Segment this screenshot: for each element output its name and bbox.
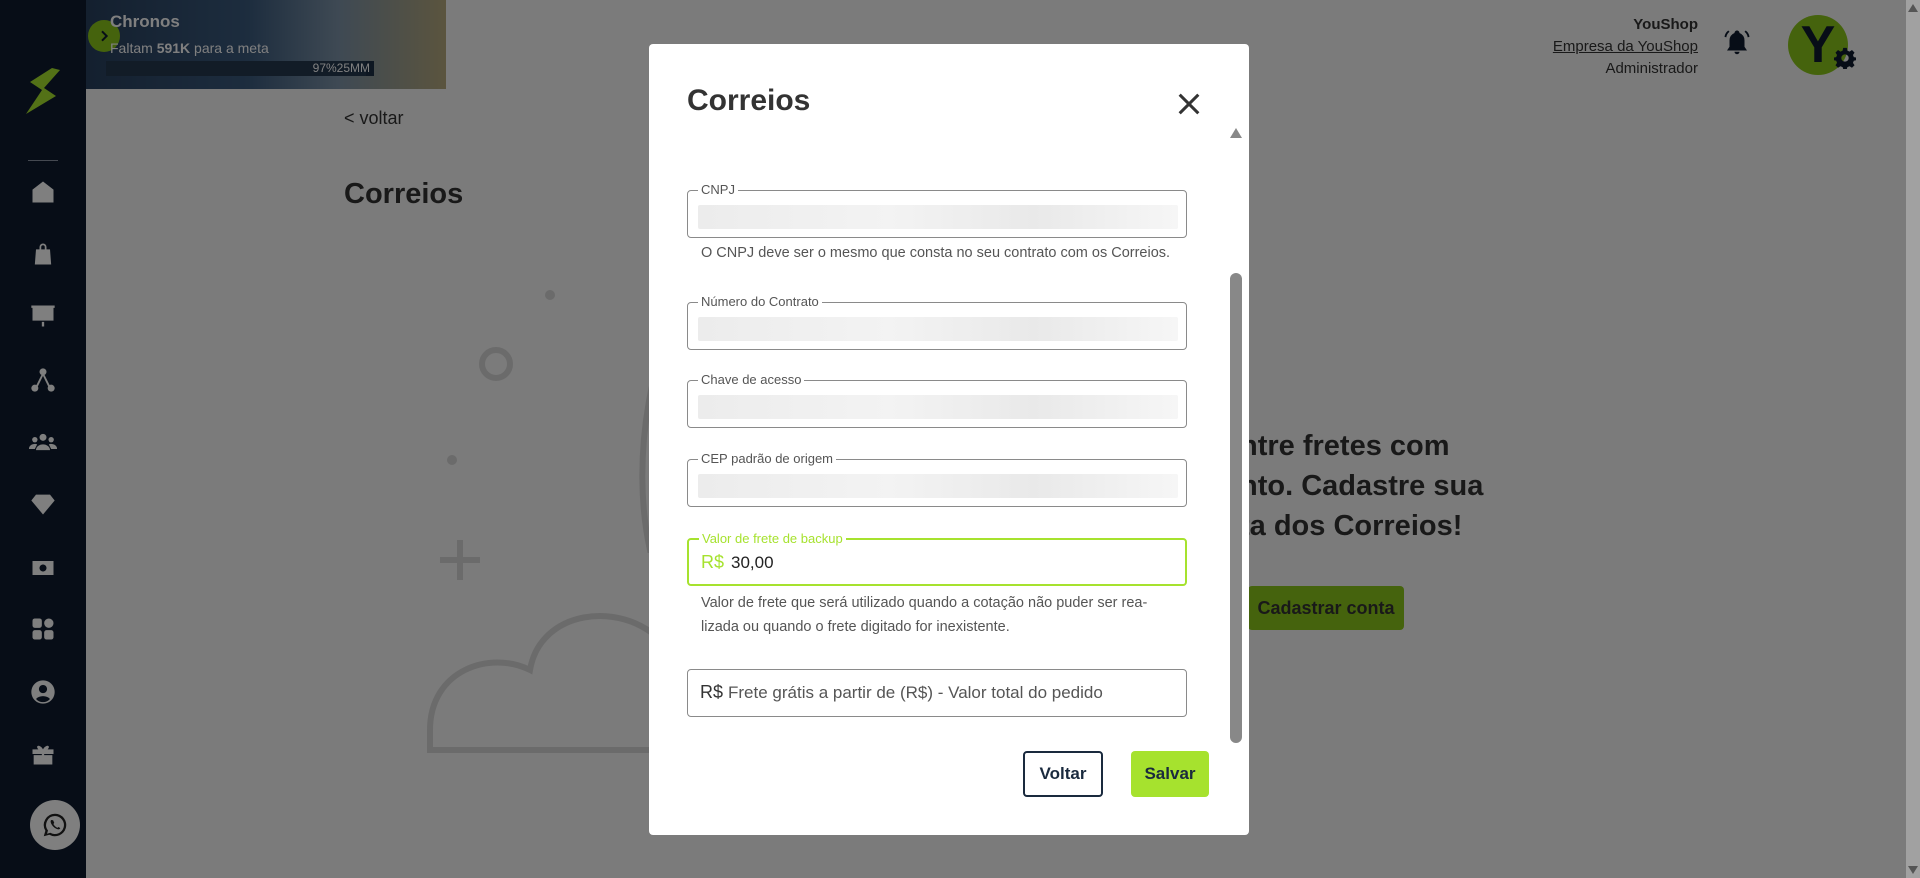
frete-gratis-input[interactable] — [728, 680, 1168, 706]
chave-acesso-label: Chave de acesso — [698, 372, 805, 388]
cnpj-label: CNPJ — [698, 182, 738, 198]
contrato-label: Número do Contrato — [698, 294, 822, 310]
cep-origem-label: CEP padrão de origem — [698, 451, 837, 467]
cep-origem-value-redacted — [698, 474, 1178, 498]
cnpj-field[interactable]: CNPJ — [687, 182, 1187, 238]
cnpj-value-redacted — [698, 205, 1178, 229]
chave-acesso-field[interactable]: Chave de acesso — [687, 372, 1187, 428]
cep-origem-field[interactable]: CEP padrão de origem — [687, 451, 1187, 507]
chave-acesso-value-redacted — [698, 395, 1178, 419]
modal-scrollbar[interactable] — [1230, 128, 1242, 743]
frete-backup-value[interactable]: 30,00 — [731, 553, 774, 573]
currency-prefix: R$ — [700, 682, 724, 702]
cnpj-help-text: O CNPJ deve ser o mesmo que consta no se… — [701, 245, 1171, 261]
currency-prefix: R$ — [701, 552, 725, 572]
contrato-value-redacted — [698, 317, 1178, 341]
scroll-down-icon[interactable] — [1908, 866, 1918, 874]
scroll-thumb[interactable] — [1230, 273, 1242, 743]
modal-title: Correios — [687, 84, 811, 117]
scroll-up-icon[interactable] — [1230, 128, 1242, 138]
close-icon[interactable] — [1175, 90, 1203, 118]
frete-gratis-field[interactable]: R$ — [687, 669, 1187, 717]
frete-backup-field[interactable]: Valor de frete de backup R$ 30,00 — [687, 531, 1187, 586]
page-scrollbar[interactable] — [1906, 0, 1920, 878]
correios-modal: Correios CNPJ O CNPJ deve ser o mesmo qu… — [649, 44, 1249, 835]
voltar-button[interactable]: Voltar — [1023, 751, 1103, 797]
modal-form: CNPJ O CNPJ deve ser o mesmo que consta … — [687, 139, 1187, 729]
salvar-button[interactable]: Salvar — [1131, 751, 1209, 797]
scroll-down-icon[interactable] — [1230, 708, 1242, 718]
scroll-up-icon[interactable] — [1908, 4, 1918, 12]
frete-backup-label: Valor de frete de backup — [699, 531, 846, 547]
frete-backup-help-text: Valor de frete que será utilizado quando… — [701, 595, 1148, 635]
contrato-field[interactable]: Número do Contrato — [687, 294, 1187, 350]
